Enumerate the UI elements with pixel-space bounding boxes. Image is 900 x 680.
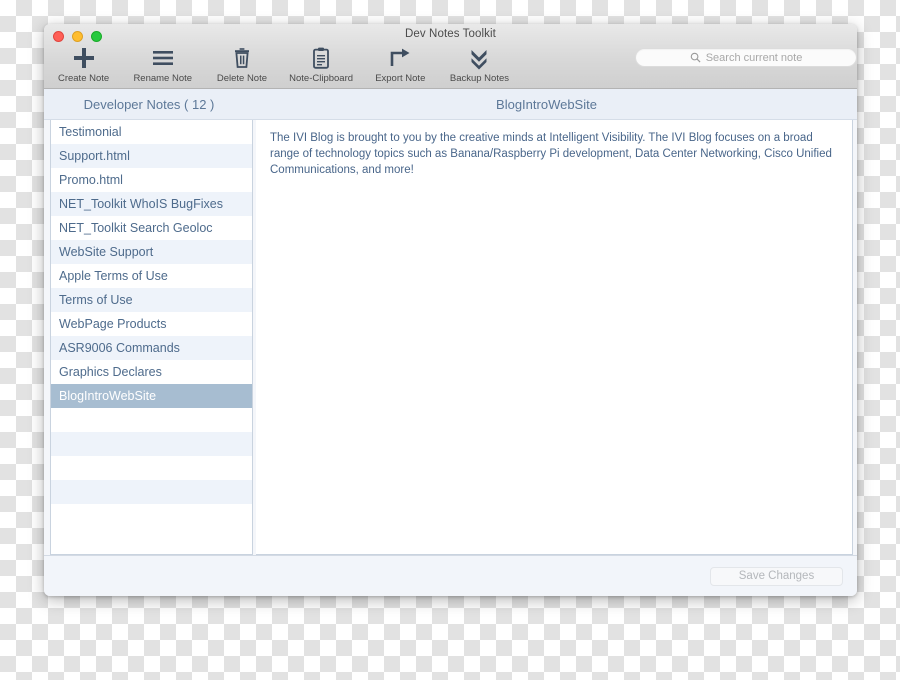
note-list-item[interactable]: WebPage Products <box>51 312 252 336</box>
note-list-item[interactable]: BlogIntroWebSite <box>51 384 252 408</box>
note-list-item[interactable]: WebSite Support <box>51 240 252 264</box>
note-list-item-label: Terms of Use <box>59 293 133 307</box>
window-title: Dev Notes Toolkit <box>405 28 496 40</box>
export-note-label: Export Note <box>375 73 426 84</box>
note-list-empty-row <box>51 456 252 480</box>
trash-icon <box>230 46 254 70</box>
note-list-empty-row <box>51 432 252 456</box>
rename-note-label: Rename Note <box>133 73 193 84</box>
search-icon <box>690 52 701 63</box>
create-note-label: Create Note <box>57 73 110 84</box>
note-list-empty-row <box>51 480 252 504</box>
note-list-item-label: NET_Toolkit WhoIS BugFixes <box>59 197 223 211</box>
note-list-item-label: Apple Terms of Use <box>59 269 168 283</box>
note-list-item-label: Graphics Declares <box>59 365 162 379</box>
rename-note-button[interactable]: Rename Note <box>123 44 202 84</box>
note-list-item-label: Testimonial <box>59 125 122 139</box>
delete-note-label: Delete Note <box>216 73 268 84</box>
note-list-empty-row <box>51 408 252 432</box>
note-list[interactable]: Testimonial Support.html Promo.html NET_Too… <box>50 120 253 555</box>
note-list-item[interactable]: ASR9006 Commands <box>51 336 252 360</box>
hamburger-lines-icon <box>151 46 175 70</box>
note-list-item[interactable]: Testimonial <box>51 120 252 144</box>
note-list-item[interactable]: NET_Toolkit WhoIS BugFixes <box>51 192 252 216</box>
export-note-button[interactable]: Export Note <box>361 44 440 84</box>
sidebar-title: Developer Notes ( 12 ) <box>83 96 215 112</box>
search-input[interactable]: Search current note <box>635 48 857 67</box>
export-arrow-icon <box>388 46 412 70</box>
plus-icon <box>72 46 96 70</box>
app-window: Dev Notes Toolkit Create Note Rename Not… <box>44 24 857 596</box>
footer-bar: Save Changes <box>44 555 857 596</box>
note-list-item-label: WebPage Products <box>59 317 167 331</box>
note-list-item-label: Promo.html <box>59 173 123 187</box>
note-title: BlogIntroWebSite <box>496 96 597 112</box>
note-list-item[interactable]: Terms of Use <box>51 288 252 312</box>
note-list-item[interactable]: Graphics Declares <box>51 360 252 384</box>
create-note-button[interactable]: Create Note <box>44 44 123 84</box>
note-editor[interactable]: The IVI Blog is brought to you by the cr… <box>256 120 853 555</box>
note-clipboard-button[interactable]: Note-Clipboard <box>282 44 361 84</box>
double-chevron-down-icon <box>467 46 491 70</box>
toolbar: Create Note Rename Note Delete Note Note… <box>44 44 857 89</box>
delete-note-button[interactable]: Delete Note <box>202 44 281 84</box>
clipboard-icon <box>309 46 333 70</box>
note-list-item[interactable]: NET_Toolkit Search Geoloc <box>51 216 252 240</box>
note-list-item-label: Support.html <box>59 149 130 163</box>
transparent-backdrop: Dev Notes Toolkit Create Note Rename Not… <box>0 0 900 680</box>
note-list-item[interactable]: Apple Terms of Use <box>51 264 252 288</box>
note-list-item-label: ASR9006 Commands <box>59 341 180 355</box>
note-list-empty-row <box>51 504 252 528</box>
note-list-item-label: NET_Toolkit Search Geoloc <box>59 221 213 235</box>
note-list-item-label: WebSite Support <box>59 245 154 259</box>
note-list-item[interactable]: Support.html <box>51 144 252 168</box>
titlebar-toolbar: Dev Notes Toolkit Create Note Rename Not… <box>44 24 857 89</box>
header-band: Developer Notes ( 12 ) BlogIntroWebSite <box>44 89 857 120</box>
note-clipboard-label: Note-Clipboard <box>289 73 354 84</box>
save-changes-button[interactable]: Save Changes <box>710 566 843 586</box>
backup-notes-label: Backup Notes <box>449 73 510 84</box>
note-body-text: The IVI Blog is brought to you by the cr… <box>270 132 836 176</box>
backup-notes-button[interactable]: Backup Notes <box>440 44 519 84</box>
note-list-item[interactable]: Promo.html <box>51 168 252 192</box>
note-list-item-label: BlogIntroWebSite <box>59 389 157 403</box>
body-area: Testimonial Support.html Promo.html NET_Too… <box>44 120 857 555</box>
search-container: Search current note <box>635 48 857 67</box>
search-placeholder: Search current note <box>705 51 803 64</box>
